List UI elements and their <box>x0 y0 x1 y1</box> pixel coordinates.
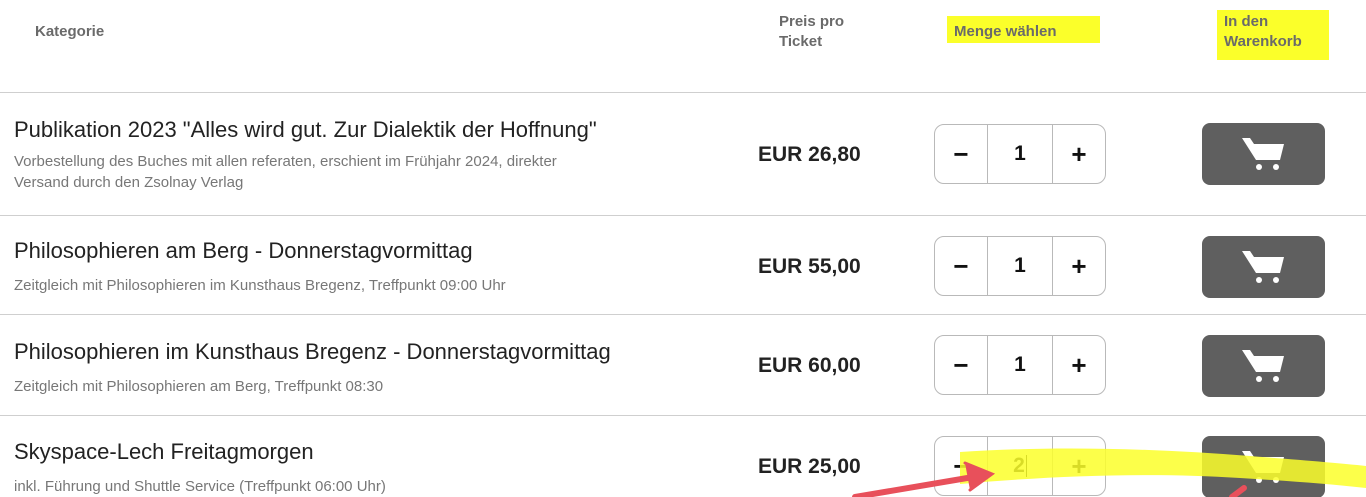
shopping-cart-icon <box>1241 451 1284 483</box>
quantity-field[interactable]: 1 <box>987 237 1053 295</box>
quantity-field[interactable]: 1 <box>987 336 1053 394</box>
header-warenkorb-line2: Warenkorb <box>1224 33 1302 50</box>
quantity-field[interactable]: 2 <box>987 437 1053 495</box>
quantity-stepper: − 2 + <box>934 436 1106 496</box>
quantity-stepper: − 1 + <box>934 335 1106 395</box>
shopping-cart-icon <box>1241 138 1284 170</box>
header-warenkorb: In den Warenkorb <box>1224 12 1324 52</box>
header-preis: Preis pro Ticket <box>779 12 869 52</box>
header-preis-line1: Preis pro <box>779 13 845 30</box>
row-divider <box>0 215 1366 216</box>
row-price: EUR 55,00 <box>758 255 861 278</box>
shopping-cart-icon <box>1241 350 1284 382</box>
row-description: Zeitgleich mit Philosophieren am Berg, T… <box>14 378 384 395</box>
row-divider <box>0 92 1366 93</box>
increase-button[interactable]: + <box>1053 125 1105 183</box>
decrease-button[interactable]: − <box>935 437 987 495</box>
shopping-cart-icon <box>1241 251 1284 283</box>
increase-button[interactable]: + <box>1053 437 1105 495</box>
row-title: Philosophieren am Berg - Donnerstagvormi… <box>14 238 473 263</box>
quantity-value[interactable]: 1 <box>1014 254 1026 278</box>
decrease-button[interactable]: − <box>935 125 987 183</box>
header-menge: Menge wählen <box>954 23 1057 40</box>
increase-button[interactable]: + <box>1053 336 1105 394</box>
header-warenkorb-line1: In den <box>1224 13 1269 30</box>
add-to-cart-button[interactable] <box>1202 436 1325 497</box>
quantity-stepper: − 1 + <box>934 124 1106 184</box>
header-preis-line2: Ticket <box>779 33 823 50</box>
ticket-order-page: Kategorie Preis pro Ticket Menge wählen … <box>0 0 1366 497</box>
row-description: Zeitgleich mit Philosophieren im Kunstha… <box>14 277 506 294</box>
quantity-value[interactable]: 2 <box>1013 454 1025 478</box>
add-to-cart-button[interactable] <box>1202 236 1325 298</box>
increase-button[interactable]: + <box>1053 237 1105 295</box>
quantity-field[interactable]: 1 <box>987 125 1053 183</box>
quantity-stepper: − 1 + <box>934 236 1106 296</box>
decrease-button[interactable]: − <box>935 237 987 295</box>
quantity-value[interactable]: 1 <box>1014 142 1026 166</box>
row-divider <box>0 415 1366 416</box>
row-description-line1: Vorbestellung des Buches mit allen refer… <box>14 153 557 170</box>
row-price: EUR 60,00 <box>758 354 861 377</box>
row-title: Publikation 2023 "Alles wird gut. Zur Di… <box>14 117 597 142</box>
row-price: EUR 25,00 <box>758 455 861 478</box>
header-kategorie: Kategorie <box>35 23 105 40</box>
row-description: inkl. Führung und Shuttle Service (Treff… <box>14 478 386 495</box>
row-price: EUR 26,80 <box>758 143 861 166</box>
text-cursor <box>1025 455 1027 477</box>
row-description: Vorbestellung des Buches mit allen refer… <box>14 151 714 193</box>
decrease-button[interactable]: − <box>935 336 987 394</box>
row-title: Skyspace-Lech Freitagmorgen <box>14 439 314 464</box>
add-to-cart-button[interactable] <box>1202 335 1325 397</box>
row-divider <box>0 314 1366 315</box>
quantity-value[interactable]: 1 <box>1014 353 1026 377</box>
add-to-cart-button[interactable] <box>1202 123 1325 185</box>
row-description-line2: Versand durch den Zsolnay Verlag <box>14 174 244 191</box>
row-title: Philosophieren im Kunsthaus Bregenz - Do… <box>14 339 611 364</box>
